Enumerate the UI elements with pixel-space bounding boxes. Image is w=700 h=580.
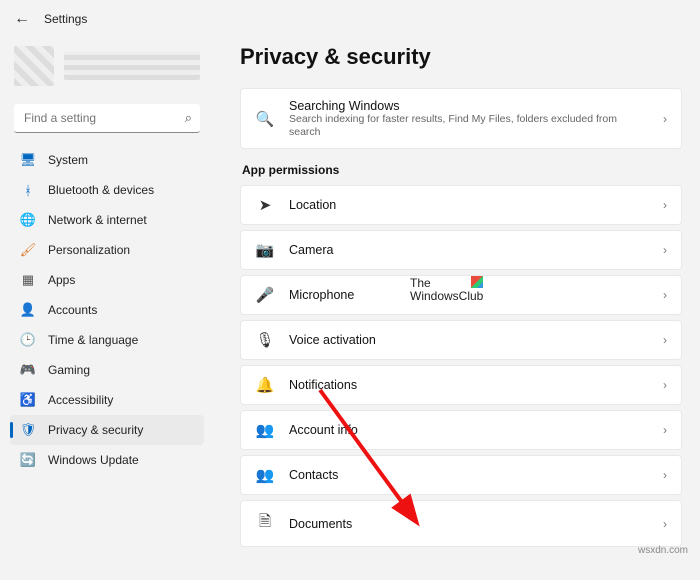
permissions-list: ➤ Location › 📷 Camera › 🎤 Microphone › 🎙 Voice act… <box>240 185 682 547</box>
page-title: Privacy & security <box>240 44 682 70</box>
sidebar-item-windows-update[interactable]: 🔄 Windows Update <box>10 445 204 475</box>
nav-icon: ᚼ <box>20 182 36 198</box>
main-content: Privacy & security 🔍 Searching Windows S… <box>210 38 700 580</box>
permission-row-microphone[interactable]: 🎤 Microphone › <box>240 275 682 315</box>
chevron-right-icon: › <box>663 423 667 437</box>
nav-label: System <box>48 153 88 167</box>
permission-row-contacts[interactable]: 👥 Contacts › <box>240 455 682 495</box>
nav-label: Network & internet <box>48 213 147 227</box>
permission-row-camera[interactable]: 📷 Camera › <box>240 230 682 270</box>
nav-label: Apps <box>48 273 75 287</box>
nav-label: Accessibility <box>48 393 113 407</box>
back-button[interactable]: ← <box>14 10 30 28</box>
sidebar-item-time-language[interactable]: 🕒 Time & language <box>10 325 204 355</box>
nav-label: Bluetooth & devices <box>48 183 154 197</box>
chevron-right-icon: › <box>663 517 667 531</box>
permission-row-account-info[interactable]: 👥 Account info › <box>240 410 682 450</box>
search-icon: ⌕ <box>185 110 192 126</box>
chevron-right-icon: › <box>663 198 667 212</box>
permission-row-notifications[interactable]: 🔔 Notifications › <box>240 365 682 405</box>
permission-row-voice-activation[interactable]: 🎙 Voice activation › <box>240 320 682 360</box>
nav-icon: ▦ <box>20 272 36 288</box>
nav-icon: 🖌 <box>20 242 36 258</box>
nav-icon: 🕒 <box>20 332 36 348</box>
perm-icon: 🔔 <box>255 376 275 394</box>
sidebar: ⌕ 🖥 System ᚼ Bluetooth & devices 🌐 Network & … <box>0 38 210 580</box>
sidebar-item-system[interactable]: 🖥 System <box>10 145 204 175</box>
chevron-right-icon: › <box>663 468 667 482</box>
nav-list: 🖥 System ᚼ Bluetooth & devices 🌐 Network & in… <box>10 145 204 475</box>
perm-label: Documents <box>289 517 649 531</box>
perm-label: Notifications <box>289 378 649 392</box>
nav-label: Personalization <box>48 243 130 257</box>
header: ← Settings <box>0 0 700 38</box>
chevron-right-icon: › <box>663 378 667 392</box>
profile-block[interactable] <box>10 38 204 90</box>
nav-icon: 🌐 <box>20 212 36 228</box>
perm-label: Voice activation <box>289 333 649 347</box>
sidebar-item-accounts[interactable]: 👤 Accounts <box>10 295 204 325</box>
sidebar-item-gaming[interactable]: 🎮 Gaming <box>10 355 204 385</box>
sidebar-item-network-internet[interactable]: 🌐 Network & internet <box>10 205 204 235</box>
perm-icon: 👥 <box>255 421 275 439</box>
nav-label: Windows Update <box>48 453 139 467</box>
searching-windows-row[interactable]: 🔍 Searching Windows Search indexing for … <box>240 88 682 149</box>
nav-label: Privacy & security <box>48 423 143 437</box>
nav-label: Time & language <box>48 333 138 347</box>
section-label: App permissions <box>242 163 682 177</box>
perm-icon: 👥 <box>255 466 275 484</box>
nav-label: Accounts <box>48 303 97 317</box>
search-windows-icon: 🔍 <box>255 110 275 128</box>
search-input[interactable] <box>14 104 200 133</box>
perm-label: Contacts <box>289 468 649 482</box>
perm-icon: 🗎 <box>255 511 275 536</box>
sidebar-item-privacy-security[interactable]: 🛡 Privacy & security <box>10 415 204 445</box>
search-box[interactable]: ⌕ <box>14 104 200 133</box>
nav-icon: 🔄 <box>20 452 36 468</box>
nav-icon: 🎮 <box>20 362 36 378</box>
perm-label: Account info <box>289 423 649 437</box>
chevron-right-icon: › <box>663 243 667 257</box>
chevron-right-icon: › <box>663 288 667 302</box>
permission-row-location[interactable]: ➤ Location › <box>240 185 682 225</box>
perm-label: Location <box>289 198 649 212</box>
nav-icon: 🖥 <box>20 152 36 168</box>
nav-label: Gaming <box>48 363 90 377</box>
perm-icon: 🎙 <box>255 331 275 349</box>
nav-icon: 👤 <box>20 302 36 318</box>
profile-name-blurred <box>64 52 200 80</box>
sidebar-item-apps[interactable]: ▦ Apps <box>10 265 204 295</box>
perm-label: Camera <box>289 243 649 257</box>
nav-icon: 🛡 <box>20 422 36 438</box>
card-title: Searching Windows <box>289 99 649 113</box>
perm-icon: 🎤 <box>255 286 275 304</box>
perm-icon: 📷 <box>255 241 275 259</box>
sidebar-item-personalization[interactable]: 🖌 Personalization <box>10 235 204 265</box>
sidebar-item-bluetooth-devices[interactable]: ᚼ Bluetooth & devices <box>10 175 204 205</box>
nav-icon: ♿ <box>20 392 36 408</box>
permission-row-documents[interactable]: 🗎 Documents › <box>240 500 682 547</box>
chevron-right-icon: › <box>663 333 667 347</box>
avatar <box>14 46 54 86</box>
chevron-right-icon: › <box>663 112 667 126</box>
card-subtitle: Search indexing for faster results, Find… <box>289 113 649 138</box>
perm-icon: ➤ <box>255 196 275 214</box>
perm-label: Microphone <box>289 288 649 302</box>
app-title: Settings <box>44 12 87 26</box>
sidebar-item-accessibility[interactable]: ♿ Accessibility <box>10 385 204 415</box>
